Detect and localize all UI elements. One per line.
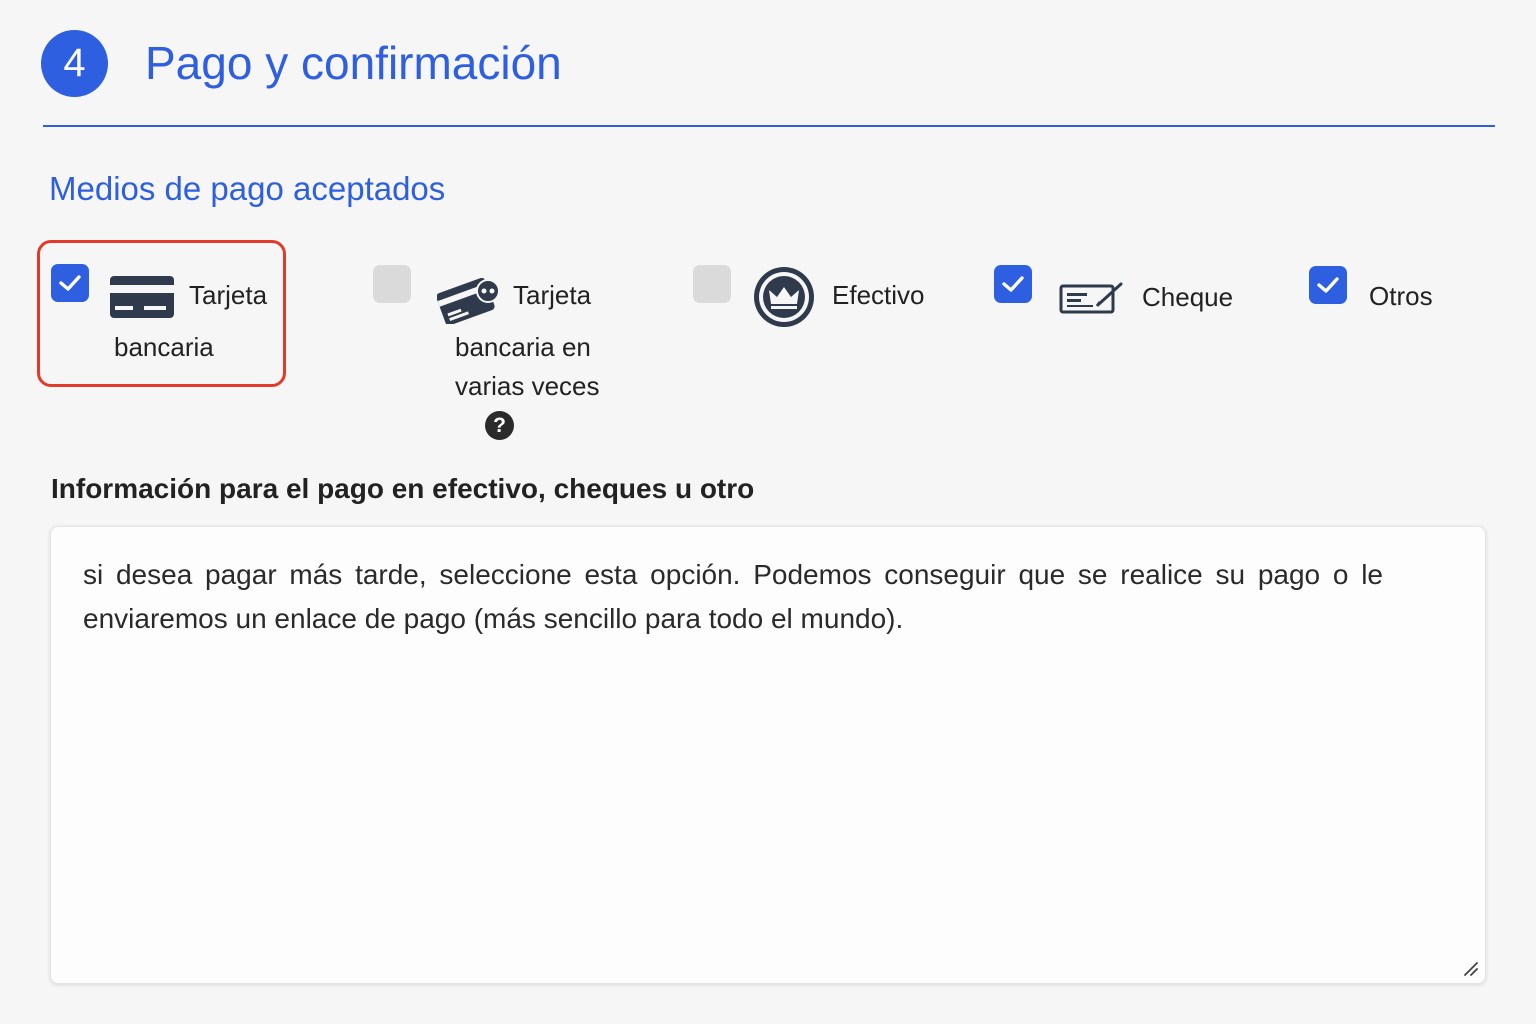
payment-confirmation-page: 4 Pago y confirmación Medios de pago ace…: [0, 0, 1536, 1024]
installments-label-line1: Tarjeta: [513, 280, 592, 310]
installments-checkbox[interactable]: [373, 265, 411, 303]
cash-label: Efectivo: [832, 280, 925, 310]
cheque-icon: [1059, 282, 1123, 314]
payment-info-label: Información para el pago en efectivo, ch…: [51, 473, 755, 504]
other-checkbox[interactable]: [1309, 266, 1347, 304]
cash-checkbox[interactable]: [693, 265, 731, 303]
header-divider: [43, 125, 1495, 127]
step-number-badge: 4: [41, 30, 108, 97]
cheque-label: Cheque: [1142, 282, 1234, 312]
page-title: Pago y confirmación: [145, 37, 562, 89]
checkmark-icon: [1002, 276, 1024, 292]
help-icon[interactable]: ?: [485, 411, 514, 440]
payment-methods-title: Medios de pago aceptados: [49, 170, 446, 207]
cheque-checkbox[interactable]: [994, 265, 1032, 303]
resize-handle-icon[interactable]: [1461, 959, 1479, 977]
other-label: Otros: [1369, 281, 1433, 311]
installment-card-icon: [437, 277, 500, 324]
credit-card-icon: [110, 276, 174, 318]
credit-card-label-line2: bancaria: [114, 332, 214, 362]
checkmark-icon: [59, 275, 81, 291]
payment-info-text: si desea pagar más tarde, seleccione est…: [83, 559, 1383, 634]
credit-card-label-line1: Tarjeta: [189, 280, 268, 310]
credit-card-checkbox[interactable]: [51, 264, 89, 302]
payment-info-textarea[interactable]: si desea pagar más tarde, seleccione est…: [50, 526, 1486, 984]
cash-crown-icon: [754, 267, 814, 327]
installments-label-line2: bancaria en: [455, 332, 591, 362]
checkmark-icon: [1317, 277, 1339, 293]
installments-label-line3: varias veces: [455, 371, 600, 401]
